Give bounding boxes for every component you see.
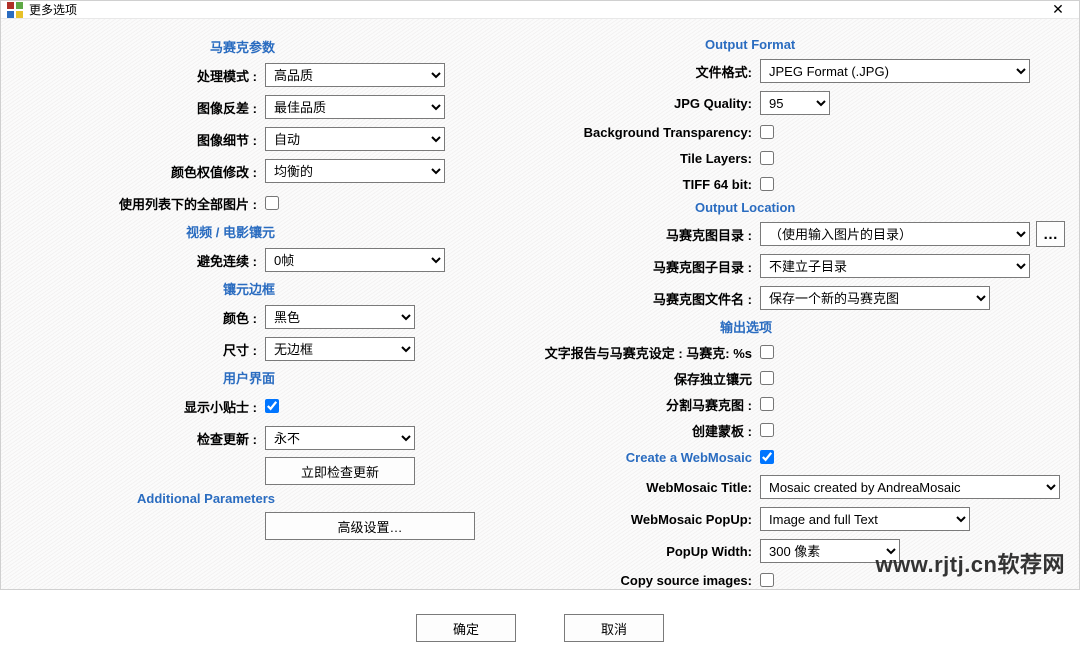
bg-transparency-label: Background Transparency: [540, 125, 760, 140]
create-webmosaic-checkbox[interactable] [760, 450, 774, 464]
check-updates-select[interactable]: 永不 [265, 426, 415, 450]
tiff-64-label: TIFF 64 bit: [540, 177, 760, 192]
more-options-dialog: 更多选项 ✕ 马赛克参数 处理模式 : 高品质 图像反差 : 最佳品质 图像细节… [0, 0, 1080, 590]
app-icon [7, 2, 23, 18]
left-column: 马赛克参数 处理模式 : 高品质 图像反差 : 最佳品质 图像细节 : 自动 颜… [15, 31, 516, 596]
image-contrast-label: 图像反差 : [15, 98, 265, 117]
section-output-format: Output Format [705, 37, 1065, 52]
bottom-bar: 确定 取消 [1, 604, 1079, 656]
split-mosaic-label: 分割马赛克图 : [540, 395, 760, 414]
web-title-label: WebMosaic Title: [540, 480, 760, 495]
popup-width-select[interactable]: 300 像素 [760, 539, 900, 563]
section-webmosaic: Create a WebMosaic [540, 450, 760, 465]
file-format-select[interactable]: JPEG Format (.JPG) [760, 59, 1030, 83]
bg-transparency-checkbox[interactable] [760, 125, 774, 139]
show-tips-checkbox[interactable] [265, 399, 279, 413]
image-contrast-select[interactable]: 最佳品质 [265, 95, 445, 119]
tile-layers-checkbox[interactable] [760, 151, 774, 165]
split-mosaic-checkbox[interactable] [760, 397, 774, 411]
browse-button[interactable]: … [1036, 221, 1065, 247]
cancel-button[interactable]: 取消 [564, 614, 664, 642]
web-popup-label: WebMosaic PopUp: [540, 512, 760, 527]
right-column: Output Format 文件格式: JPEG Format (.JPG) J… [540, 31, 1065, 596]
check-updates-label: 检查更新 : [15, 429, 265, 448]
use-all-images-checkbox[interactable] [265, 196, 279, 210]
section-output-options: 输出选项 [720, 317, 1065, 336]
processing-mode-select[interactable]: 高品质 [265, 63, 445, 87]
close-icon[interactable]: ✕ [1043, 1, 1073, 18]
border-size-label: 尺寸 : [15, 340, 265, 359]
section-border: 镶元边框 [15, 279, 275, 298]
border-color-label: 颜色 : [15, 308, 265, 327]
section-output-location: Output Location [695, 200, 1065, 215]
mosaic-sub-label: 马赛克图子目录 : [540, 257, 760, 276]
use-all-images-label: 使用列表下的全部图片 : [15, 194, 265, 213]
jpg-quality-select[interactable]: 95 [760, 91, 830, 115]
image-detail-select[interactable]: 自动 [265, 127, 445, 151]
titlebar: 更多选项 ✕ [1, 1, 1079, 19]
show-tips-label: 显示小贴士 : [15, 397, 265, 416]
copy-source-checkbox[interactable] [760, 573, 774, 587]
mosaic-dir-label: 马赛克图目录 : [540, 225, 760, 244]
advanced-settings-button[interactable]: 高级设置… [265, 512, 475, 540]
tiff-64-checkbox[interactable] [760, 177, 774, 191]
popup-width-label: PopUp Width: [540, 544, 760, 559]
web-title-select[interactable]: Mosaic created by AndreaMosaic [760, 475, 1060, 499]
section-mosaic-params: 马赛克参数 [15, 37, 275, 56]
avoid-consecutive-label: 避免连续 : [15, 251, 265, 270]
check-now-button[interactable]: 立即检查更新 [265, 457, 415, 485]
avoid-consecutive-select[interactable]: 0帧 [265, 248, 445, 272]
save-tiles-label: 保存独立镶元 [540, 369, 760, 388]
tile-layers-label: Tile Layers: [540, 151, 760, 166]
save-tiles-checkbox[interactable] [760, 371, 774, 385]
jpg-quality-label: JPG Quality: [540, 96, 760, 111]
image-detail-label: 图像细节 : [15, 130, 265, 149]
create-mask-label: 创建蒙板 : [540, 421, 760, 440]
copy-source-label: Copy source images: [540, 573, 760, 588]
text-report-label: 文字报告与马赛克设定 : 马赛克: %s [540, 343, 760, 362]
titlebar-title: 更多选项 [29, 1, 77, 18]
create-mask-checkbox[interactable] [760, 423, 774, 437]
section-additional-params: Additional Parameters [15, 491, 275, 506]
ok-button[interactable]: 确定 [416, 614, 516, 642]
file-format-label: 文件格式: [540, 62, 760, 81]
section-video: 视频 / 电影镶元 [15, 222, 275, 241]
color-weight-select[interactable]: 均衡的 [265, 159, 445, 183]
section-ui: 用户界面 [15, 368, 275, 387]
mosaic-file-label: 马赛克图文件名 : [540, 289, 760, 308]
border-color-select[interactable]: 黑色 [265, 305, 415, 329]
color-weight-label: 颜色权值修改 : [15, 162, 265, 181]
content-area: 马赛克参数 处理模式 : 高品质 图像反差 : 最佳品质 图像细节 : 自动 颜… [1, 19, 1079, 604]
text-report-checkbox[interactable] [760, 345, 774, 359]
mosaic-file-select[interactable]: 保存一个新的马赛克图 [760, 286, 990, 310]
web-popup-select[interactable]: Image and full Text [760, 507, 970, 531]
mosaic-sub-select[interactable]: 不建立子目录 [760, 254, 1030, 278]
border-size-select[interactable]: 无边框 [265, 337, 415, 361]
mosaic-dir-select[interactable]: （使用输入图片的目录） [760, 222, 1030, 246]
processing-mode-label: 处理模式 : [15, 66, 265, 85]
